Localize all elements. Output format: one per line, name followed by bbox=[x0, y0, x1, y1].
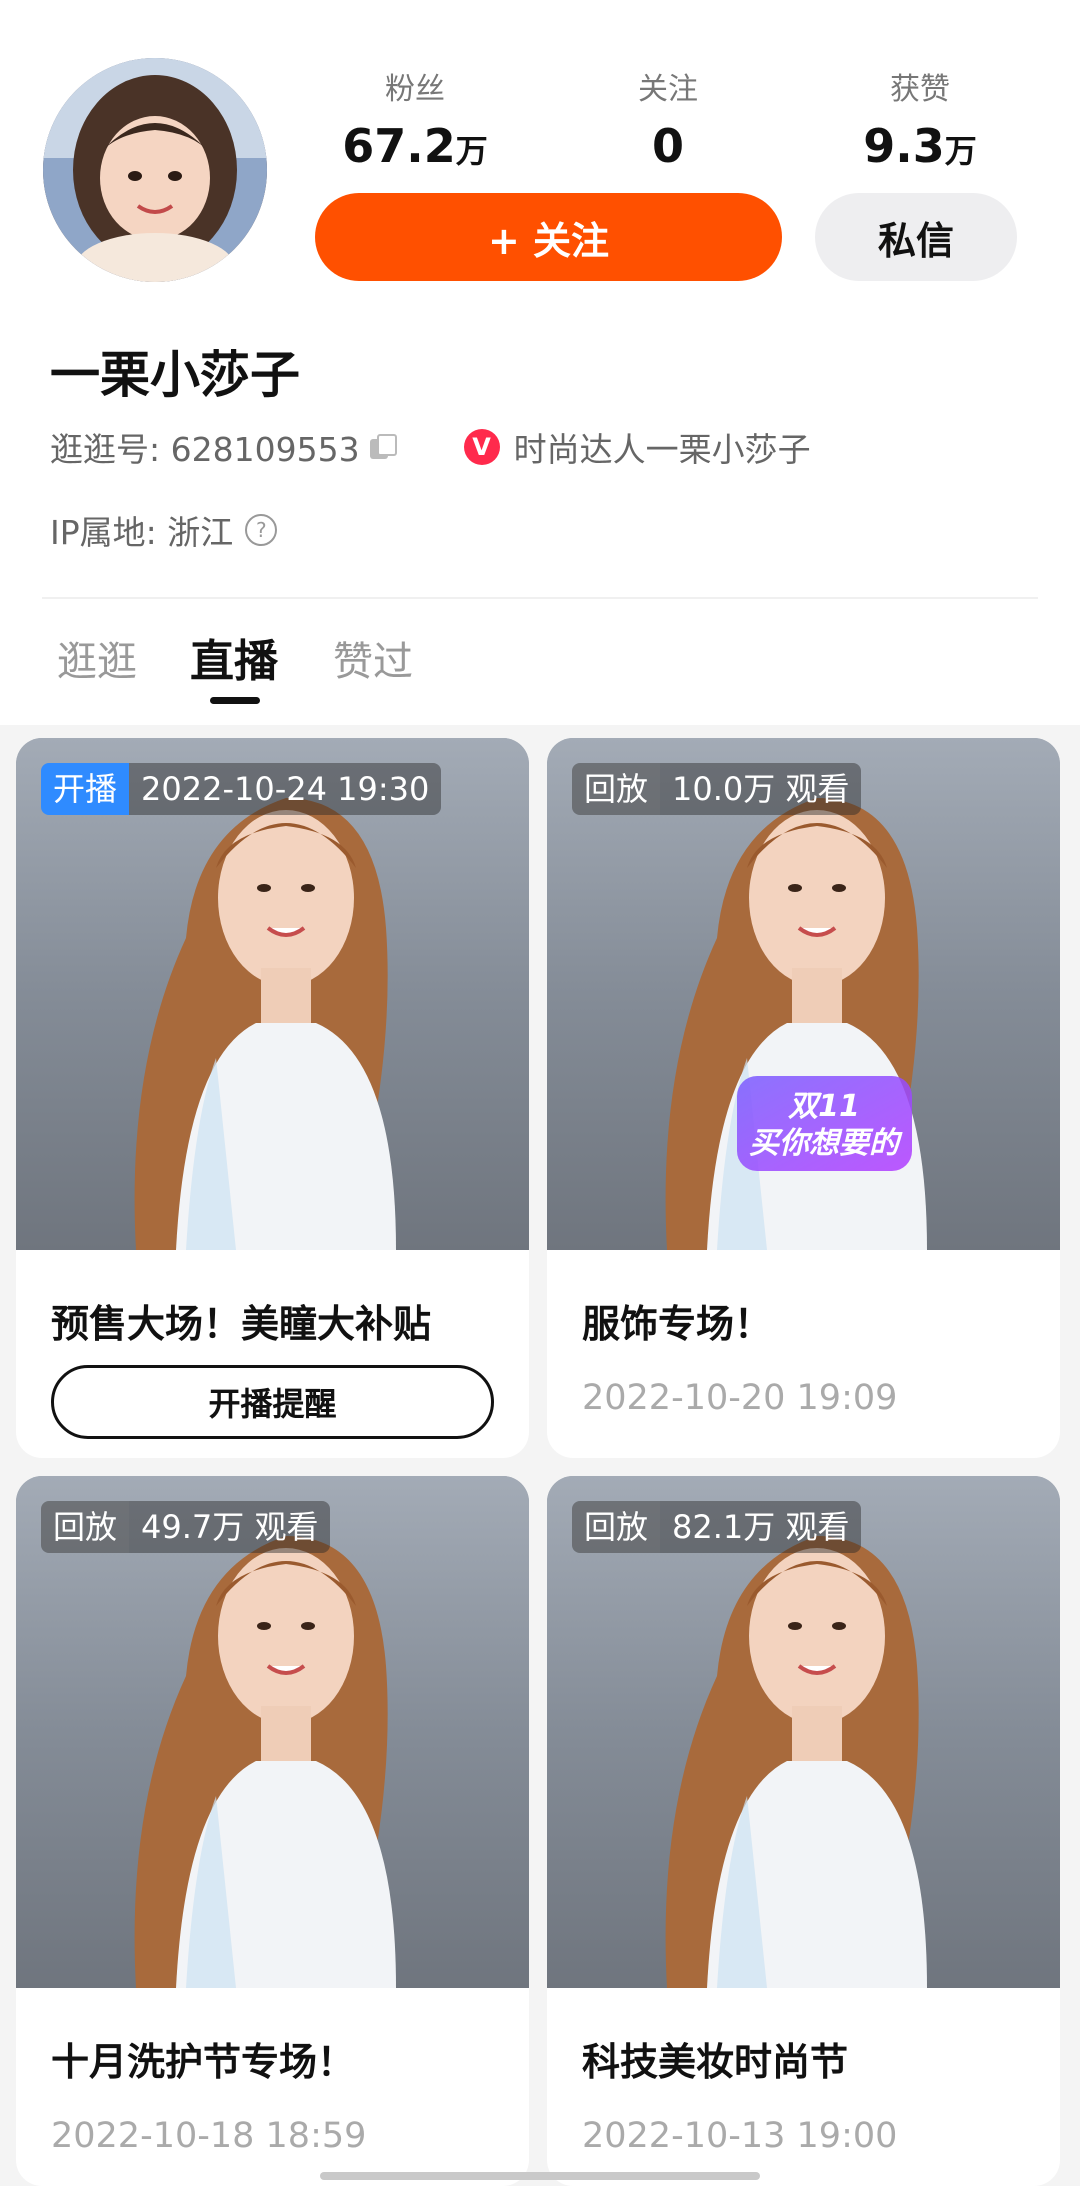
stat-label: 获赞 bbox=[890, 72, 950, 107]
card-title: 科技美妆时尚节 bbox=[582, 2040, 849, 2084]
follow-button[interactable]: + 关注 bbox=[315, 193, 782, 281]
card-info: 10.0万 观看 bbox=[660, 763, 862, 815]
remind-button[interactable]: 开播提醒 bbox=[51, 1365, 494, 1439]
tab-guangguang[interactable]: 逛逛 bbox=[57, 632, 137, 692]
stat-value: 67.2万 bbox=[342, 119, 488, 173]
card-info: 49.7万 观看 bbox=[129, 1501, 331, 1553]
sticker-line1: 双11 bbox=[788, 1089, 860, 1124]
card-tag: 回放 bbox=[572, 1501, 661, 1553]
card-badge: 开播 2022-10-24 19:30 bbox=[41, 763, 442, 815]
message-button[interactable]: 私信 bbox=[815, 193, 1017, 281]
stat-label: 粉丝 bbox=[385, 72, 445, 107]
live-card[interactable]: 双11 买你想要的 回放 10.0万 观看 服饰专场！ 2022-10-20 1… bbox=[547, 738, 1060, 1458]
card-title: 十月洗护节专场！ bbox=[51, 2040, 356, 2084]
tab-bar: 逛逛 直播 赞过 bbox=[0, 632, 1080, 712]
tab-live[interactable]: 直播 bbox=[190, 632, 278, 692]
card-date: 2022-10-18 18:59 bbox=[51, 2116, 367, 2156]
card-date: 2022-10-13 19:00 bbox=[582, 2116, 898, 2156]
live-card[interactable]: 开播 2022-10-24 19:30 预售大场！美瞳大补贴 开播提醒 bbox=[16, 738, 529, 1458]
avatar[interactable] bbox=[43, 58, 267, 282]
username: 一栗小莎子 bbox=[50, 346, 300, 404]
stat-value: 9.3万 bbox=[863, 119, 977, 173]
card-info: 82.1万 观看 bbox=[660, 1501, 862, 1553]
tab-underline bbox=[210, 697, 260, 704]
stat-value: 0 bbox=[651, 119, 684, 173]
card-title: 预售大场！美瞳大补贴 bbox=[51, 1302, 432, 1346]
card-badge: 回放 49.7万 观看 bbox=[41, 1501, 331, 1553]
divider bbox=[42, 597, 1038, 599]
stat-likes[interactable]: 获赞 9.3万 bbox=[820, 70, 1020, 183]
card-date: 2022-10-20 19:09 bbox=[582, 1378, 898, 1418]
stat-following[interactable]: 关注 0 bbox=[568, 70, 768, 183]
double11-sticker: 双11 买你想要的 bbox=[737, 1076, 912, 1171]
user-id: 逛逛号: 628109553 bbox=[50, 430, 360, 469]
verified-icon: V bbox=[463, 429, 500, 465]
card-info: 2022-10-24 19:30 bbox=[129, 763, 442, 815]
stat-label: 关注 bbox=[638, 72, 698, 107]
ip-row: IP属地: 浙江 ? bbox=[50, 505, 278, 555]
verified-label: 时尚达人一栗小莎子 bbox=[513, 430, 811, 469]
tab-liked[interactable]: 赞过 bbox=[333, 632, 413, 692]
stat-fans[interactable]: 粉丝 67.2万 bbox=[315, 70, 515, 183]
help-icon[interactable]: ? bbox=[245, 514, 278, 546]
card-badge: 回放 10.0万 观看 bbox=[572, 763, 862, 815]
card-tag: 回放 bbox=[572, 763, 661, 815]
ip-location: IP属地: 浙江 bbox=[50, 513, 234, 552]
card-tag: 开播 bbox=[41, 763, 130, 815]
card-title: 服饰专场！ bbox=[582, 1302, 773, 1346]
copy-icon[interactable] bbox=[368, 433, 397, 461]
sticker-line2: 买你想要的 bbox=[749, 1126, 903, 1161]
card-badge: 回放 82.1万 观看 bbox=[572, 1501, 862, 1553]
live-card[interactable]: 回放 49.7万 观看 十月洗护节专场！ 2022-10-18 18:59 bbox=[16, 1476, 529, 2186]
live-card[interactable]: 回放 82.1万 观看 科技美妆时尚节 2022-10-13 19:00 bbox=[547, 1476, 1060, 2186]
home-indicator[interactable] bbox=[320, 2172, 760, 2180]
meta-row: 逛逛号: 628109553 V 时尚达人一栗小莎子 bbox=[50, 422, 811, 472]
card-tag: 回放 bbox=[41, 1501, 130, 1553]
